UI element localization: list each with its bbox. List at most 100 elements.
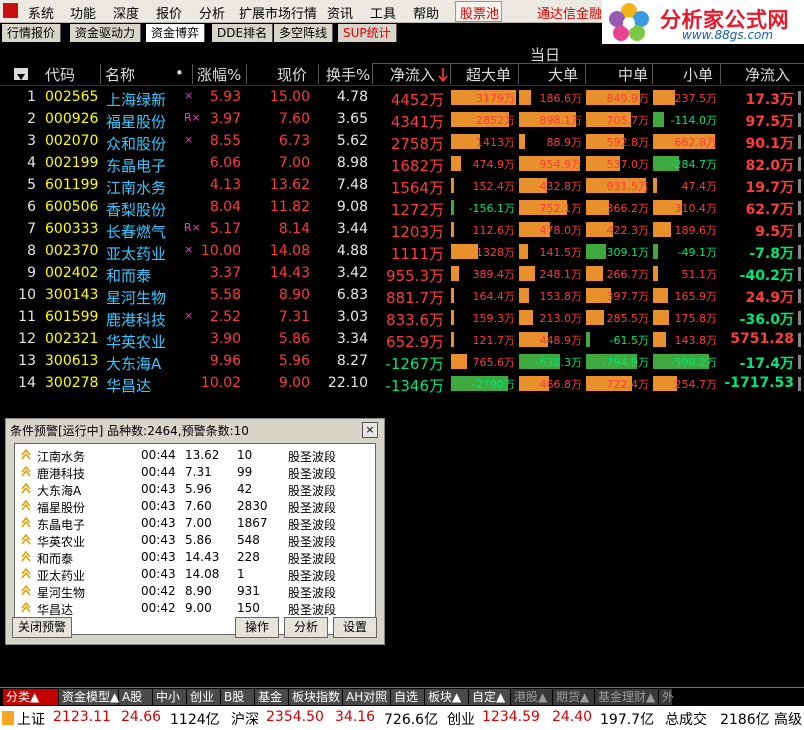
- category-tab[interactable]: A股: [119, 689, 152, 705]
- stock-name[interactable]: 华昌达: [106, 375, 151, 396]
- table-row[interactable]: 1 002565 上海绿新 × 5.93 15.00 4.78 4452万 3179万 186.6…: [0, 88, 804, 110]
- stock-code[interactable]: 002565: [45, 89, 98, 105]
- table-row[interactable]: 3 002070 众和股份 × 8.55 6.73 5.62 2758万 1413万 88.9万 5…: [0, 132, 804, 154]
- category-tab[interactable]: 分类▲: [3, 689, 58, 705]
- menu-quotes[interactable]: 报价: [156, 3, 182, 22]
- table-row[interactable]: 14 300278 华昌达 10.02 9.00 22.10 -1346万 -2790万 466…: [0, 374, 804, 396]
- table-row[interactable]: 2 000926 福星股份 R× 3.97 7.60 3.65 4341万 2852万 898.1…: [0, 110, 804, 132]
- table-row[interactable]: 7 600333 长春燃气 R× 5.17 8.14 3.44 1203万 112.6万 478.…: [0, 220, 804, 242]
- stock-name[interactable]: 星河生物: [106, 287, 166, 308]
- stock-code[interactable]: 002070: [45, 133, 98, 149]
- alert-row[interactable]: 鹿港科技 00:44 7.31 99 股圣波段: [15, 464, 375, 481]
- alert-row[interactable]: 华英农业 00:43 5.86 548 股圣波段: [15, 532, 375, 549]
- app-icon[interactable]: [3, 3, 18, 18]
- category-tab[interactable]: 中小: [153, 689, 186, 705]
- category-tab[interactable]: B股: [221, 689, 254, 705]
- table-row[interactable]: 12 002321 华英农业 3.90 5.86 3.34 652.9万 121.7万 448.…: [0, 330, 804, 352]
- table-row[interactable]: 8 002370 亚太药业 × 10.00 14.08 4.88 1111万 1328万 141.…: [0, 242, 804, 264]
- category-tab[interactable]: AH对照: [343, 689, 390, 705]
- header-mid-order[interactable]: 中单: [618, 64, 648, 84]
- stock-name[interactable]: 鹿港科技: [106, 309, 166, 330]
- table-row[interactable]: 9 002402 和而泰 3.37 14.43 3.42 955.3万 389.4万 248.1…: [0, 264, 804, 286]
- category-tab[interactable]: 外: [659, 689, 674, 705]
- stock-name[interactable]: 亚太药业: [106, 243, 166, 264]
- category-tab[interactable]: 自定▲: [469, 689, 510, 705]
- table-row[interactable]: 11 601599 鹿港科技 × 2.52 7.31 3.03 833.6万 159.3万 213…: [0, 308, 804, 330]
- stock-name[interactable]: 华英农业: [106, 331, 166, 352]
- stock-code[interactable]: 002199: [45, 155, 98, 171]
- close-alert-button[interactable]: 关闭预警: [12, 617, 72, 638]
- condition-alert-window[interactable]: 条件预警[运行中] 品种数:2464,预警条数:10 × 江南水务 00:44 13…: [5, 418, 385, 645]
- alert-row[interactable]: 江南水务 00:44 13.62 10 股圣波段: [15, 447, 375, 464]
- table-row[interactable]: 4 002199 东晶电子 6.06 7.00 8.98 1682万 474.9万 954.9万…: [0, 154, 804, 176]
- stock-name[interactable]: 香梨股份: [106, 199, 166, 220]
- tab-sup-stats[interactable]: SUP统计: [338, 24, 397, 42]
- stock-name[interactable]: 和而泰: [106, 265, 151, 286]
- category-tab[interactable]: 基金: [255, 689, 288, 705]
- table-row[interactable]: 5 601199 江南水务 4.13 13.62 7.48 1564万 152.4万 432.8…: [0, 176, 804, 198]
- menu-extended-market[interactable]: 扩展市场行情: [239, 3, 317, 22]
- settings-button[interactable]: 设置: [333, 617, 377, 638]
- stock-name[interactable]: 东晶电子: [106, 155, 166, 176]
- menu-function[interactable]: 功能: [70, 3, 96, 22]
- menu-system[interactable]: 系统: [28, 3, 54, 22]
- stock-name[interactable]: 江南水务: [106, 177, 166, 198]
- header-large-order[interactable]: 大单: [548, 64, 578, 84]
- stock-code[interactable]: 002321: [45, 331, 98, 347]
- header-turnover[interactable]: 换手%: [326, 64, 370, 84]
- alert-row[interactable]: 华昌达 00:42 9.00 150 股圣波段: [15, 600, 375, 617]
- stock-name[interactable]: 众和股份: [106, 133, 166, 154]
- category-tab[interactable]: 期货▲: [553, 689, 594, 705]
- category-tab[interactable]: 板块指数: [289, 689, 342, 705]
- menu-stock-pool[interactable]: 股票池: [460, 3, 499, 22]
- tab-capital-game[interactable]: 资金博弈: [146, 24, 206, 42]
- analyze-button[interactable]: 分析: [284, 617, 328, 638]
- column-menu-button[interactable]: [14, 68, 28, 80]
- alert-row[interactable]: 大东海A 00:43 5.96 42 股圣波段: [15, 481, 375, 498]
- menu-news[interactable]: 资讯: [327, 3, 353, 22]
- alert-close-button[interactable]: ×: [362, 422, 378, 438]
- stock-name[interactable]: 上海绿新: [106, 89, 166, 110]
- tab-dde-rank[interactable]: DDE排名: [212, 24, 274, 42]
- stock-code[interactable]: 300143: [45, 287, 98, 303]
- tab-capital-driver[interactable]: 资金驱动力: [70, 24, 142, 42]
- header-dot[interactable]: •: [175, 64, 184, 84]
- stock-code[interactable]: 002370: [45, 243, 98, 259]
- alert-list[interactable]: 江南水务 00:44 13.62 10 股圣波段 鹿港科技 00:44 7.31 99 股圣波段大…: [14, 443, 376, 635]
- alert-row[interactable]: 星河生物 00:42 8.90 931 股圣波段: [15, 583, 375, 600]
- tab-long-short[interactable]: 多空阵线: [274, 24, 334, 42]
- alert-row[interactable]: 福星股份 00:43 7.60 2830 股圣波段: [15, 498, 375, 515]
- stock-code[interactable]: 300613: [45, 353, 98, 369]
- header-code[interactable]: 代码: [45, 64, 75, 84]
- table-row[interactable]: 6 600506 香梨股份 8.04 11.82 9.08 1272万 -156.1万 752.…: [0, 198, 804, 220]
- stock-code[interactable]: 000926: [45, 111, 98, 127]
- header-huge-order[interactable]: 超大单: [466, 64, 511, 84]
- stock-name[interactable]: 福星股份: [106, 111, 166, 132]
- category-tab[interactable]: 创业: [187, 689, 220, 705]
- category-tab[interactable]: 港股▲: [511, 689, 552, 705]
- stock-name[interactable]: 大东海A: [106, 353, 161, 374]
- menu-help[interactable]: 帮助: [413, 3, 439, 22]
- category-tab[interactable]: 板块▲: [425, 689, 468, 705]
- alert-row[interactable]: 和而泰 00:43 14.43 228 股圣波段: [15, 549, 375, 566]
- operate-button[interactable]: 操作: [235, 617, 279, 638]
- advanced-label[interactable]: 高级: [774, 709, 802, 729]
- stock-code[interactable]: 002402: [45, 265, 98, 281]
- header-price[interactable]: 现价: [277, 64, 307, 84]
- header-change-pct[interactable]: 涨幅%: [197, 64, 241, 84]
- table-row[interactable]: 10 300143 星河生物 5.58 8.90 6.83 881.7万 164.4万 153.…: [0, 286, 804, 308]
- category-tab[interactable]: 资金模型▲: [59, 689, 119, 705]
- stock-code[interactable]: 601599: [45, 309, 98, 325]
- tab-quotes[interactable]: 行情报价: [2, 24, 62, 42]
- header-small-order[interactable]: 小单: [683, 64, 713, 84]
- header-net-inflow-2[interactable]: 净流入: [745, 64, 790, 84]
- table-row[interactable]: 13 300613 大东海A 9.96 5.96 8.27 -1267万 765.6万 -638…: [0, 352, 804, 374]
- stock-code[interactable]: 600506: [45, 199, 98, 215]
- stock-code[interactable]: 601199: [45, 177, 98, 193]
- menu-tools[interactable]: 工具: [370, 3, 396, 22]
- header-name[interactable]: 名称: [105, 64, 135, 84]
- category-tab[interactable]: 基金理财▲: [595, 689, 658, 705]
- menu-depth[interactable]: 深度: [113, 3, 139, 22]
- alert-row[interactable]: 亚太药业 00:43 14.08 1 股圣波段: [15, 566, 375, 583]
- stock-code[interactable]: 300278: [45, 375, 98, 391]
